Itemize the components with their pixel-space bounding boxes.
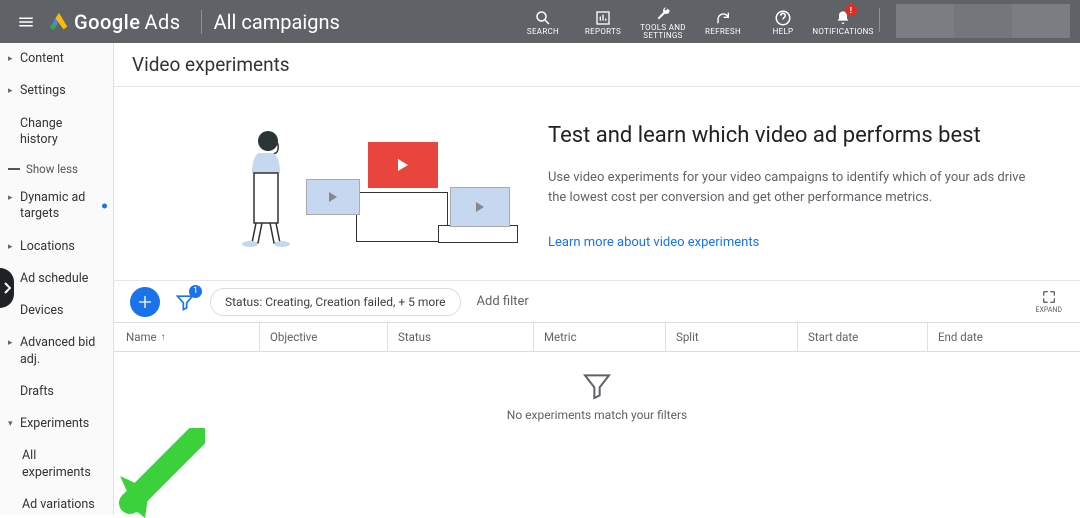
sidebar: ▸Content ▸Settings Change history Show l… <box>0 43 114 515</box>
hero-section: Test and learn which video ad performs b… <box>114 87 1080 280</box>
divider <box>201 10 202 34</box>
table-toolbar: 1 Status: Creating, Creation failed, + 5… <box>114 280 1080 322</box>
help-tool[interactable]: HELP <box>753 0 813 43</box>
notification-badge: ! <box>845 4 857 16</box>
help-icon <box>773 8 793 28</box>
sidebar-item-experiments[interactable]: ▾Experiments <box>0 408 113 440</box>
hero-illustration <box>218 117 528 247</box>
add-filter-button[interactable]: Add filter <box>477 294 529 309</box>
sort-asc-icon: ↑ <box>161 332 166 343</box>
col-status[interactable]: Status <box>388 323 534 351</box>
sidebar-item-devices[interactable]: Devices <box>0 295 113 327</box>
hero-title: Test and learn which video ad performs b… <box>548 123 1056 148</box>
search-tool[interactable]: SEARCH <box>513 0 573 43</box>
filter-count-badge: 1 <box>189 285 202 298</box>
header-tools: SEARCH REPORTS TOOLS AND SETTINGS REFRES… <box>513 0 1070 43</box>
sidebar-item-advanced-bid[interactable]: ▸Advanced bid adj. <box>0 327 113 376</box>
reports-icon <box>593 8 613 28</box>
sidebar-item-dynamic-ad-targets[interactable]: ▸Dynamic ad targets <box>0 182 113 231</box>
page-title: Video experiments <box>114 43 1080 87</box>
reports-tool[interactable]: REPORTS <box>573 0 633 43</box>
top-header: Google Ads All campaigns SEARCH REPORTS … <box>0 0 1080 43</box>
refresh-icon <box>713 8 733 28</box>
table-header: Name↑ Objective Status Metric Split Star… <box>114 322 1080 352</box>
sidebar-item-ad-variations[interactable]: Ad variations <box>0 489 113 515</box>
expand-icon <box>1041 289 1057 305</box>
col-objective[interactable]: Objective <box>260 323 388 351</box>
logo-text-google: Google <box>74 10 140 34</box>
col-split[interactable]: Split <box>666 323 798 351</box>
plus-icon <box>137 294 153 310</box>
expand-button[interactable]: EXPAND <box>1036 289 1066 314</box>
sidebar-item-settings[interactable]: ▸Settings <box>0 75 113 107</box>
col-name[interactable]: Name↑ <box>114 323 260 351</box>
logo-text-ads: Ads <box>144 10 180 34</box>
main-content: Video experiments Tes <box>114 43 1080 515</box>
account-switcher[interactable] <box>896 4 1070 38</box>
sidebar-item-content[interactable]: ▸Content <box>0 43 113 75</box>
empty-state-text: No experiments match your filters <box>507 408 687 422</box>
funnel-icon <box>581 370 613 402</box>
sidebar-item-all-experiments[interactable]: All experiments <box>0 440 113 489</box>
sidebar-item-change-history[interactable]: Change history <box>0 108 113 157</box>
status-filter-chip[interactable]: Status: Creating, Creation failed, + 5 m… <box>210 288 461 316</box>
refresh-tool[interactable]: REFRESH <box>693 0 753 43</box>
hero-description: Use video experiments for your video cam… <box>548 168 1028 207</box>
sidebar-item-drafts[interactable]: Drafts <box>0 376 113 408</box>
google-ads-logo[interactable]: Google Ads <box>48 10 181 34</box>
filter-button[interactable]: 1 <box>170 287 200 317</box>
sidebar-item-locations[interactable]: ▸Locations <box>0 231 113 263</box>
scope-breadcrumb[interactable]: All campaigns <box>214 10 340 34</box>
sidebar-item-ad-schedule[interactable]: ▸Ad schedule <box>0 263 113 295</box>
learn-more-link[interactable]: Learn more about video experiments <box>548 235 759 250</box>
col-metric[interactable]: Metric <box>534 323 666 351</box>
divider <box>879 8 880 32</box>
sidebar-show-less[interactable]: Show less <box>0 156 113 182</box>
col-end-date[interactable]: End date <box>928 323 1080 351</box>
search-icon <box>533 8 553 28</box>
col-start-date[interactable]: Start date <box>798 323 928 351</box>
tools-settings-tool[interactable]: TOOLS AND SETTINGS <box>633 0 693 43</box>
notifications-tool[interactable]: ! NOTIFICATIONS <box>813 0 873 43</box>
empty-state: No experiments match your filters <box>114 352 1080 422</box>
add-button[interactable] <box>130 287 160 317</box>
wrench-icon <box>653 4 673 24</box>
chevron-right-icon <box>3 282 11 294</box>
hamburger-menu-icon[interactable] <box>16 12 36 32</box>
